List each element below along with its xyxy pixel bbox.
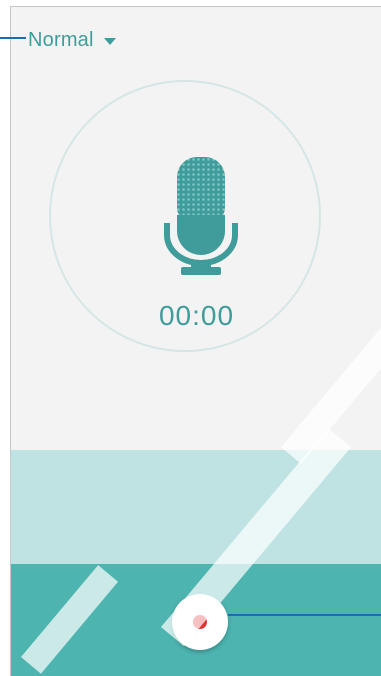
voice-recorder-screen: Normal 00:00 — [10, 6, 381, 676]
callout-line-mode — [0, 37, 26, 39]
caret-down-icon — [103, 37, 116, 45]
recording-mode-label: Normal — [28, 28, 94, 51]
microphone-icon — [164, 157, 238, 275]
callout-line-record — [228, 614, 381, 616]
recording-mode-dropdown[interactable]: Normal — [28, 27, 116, 53]
